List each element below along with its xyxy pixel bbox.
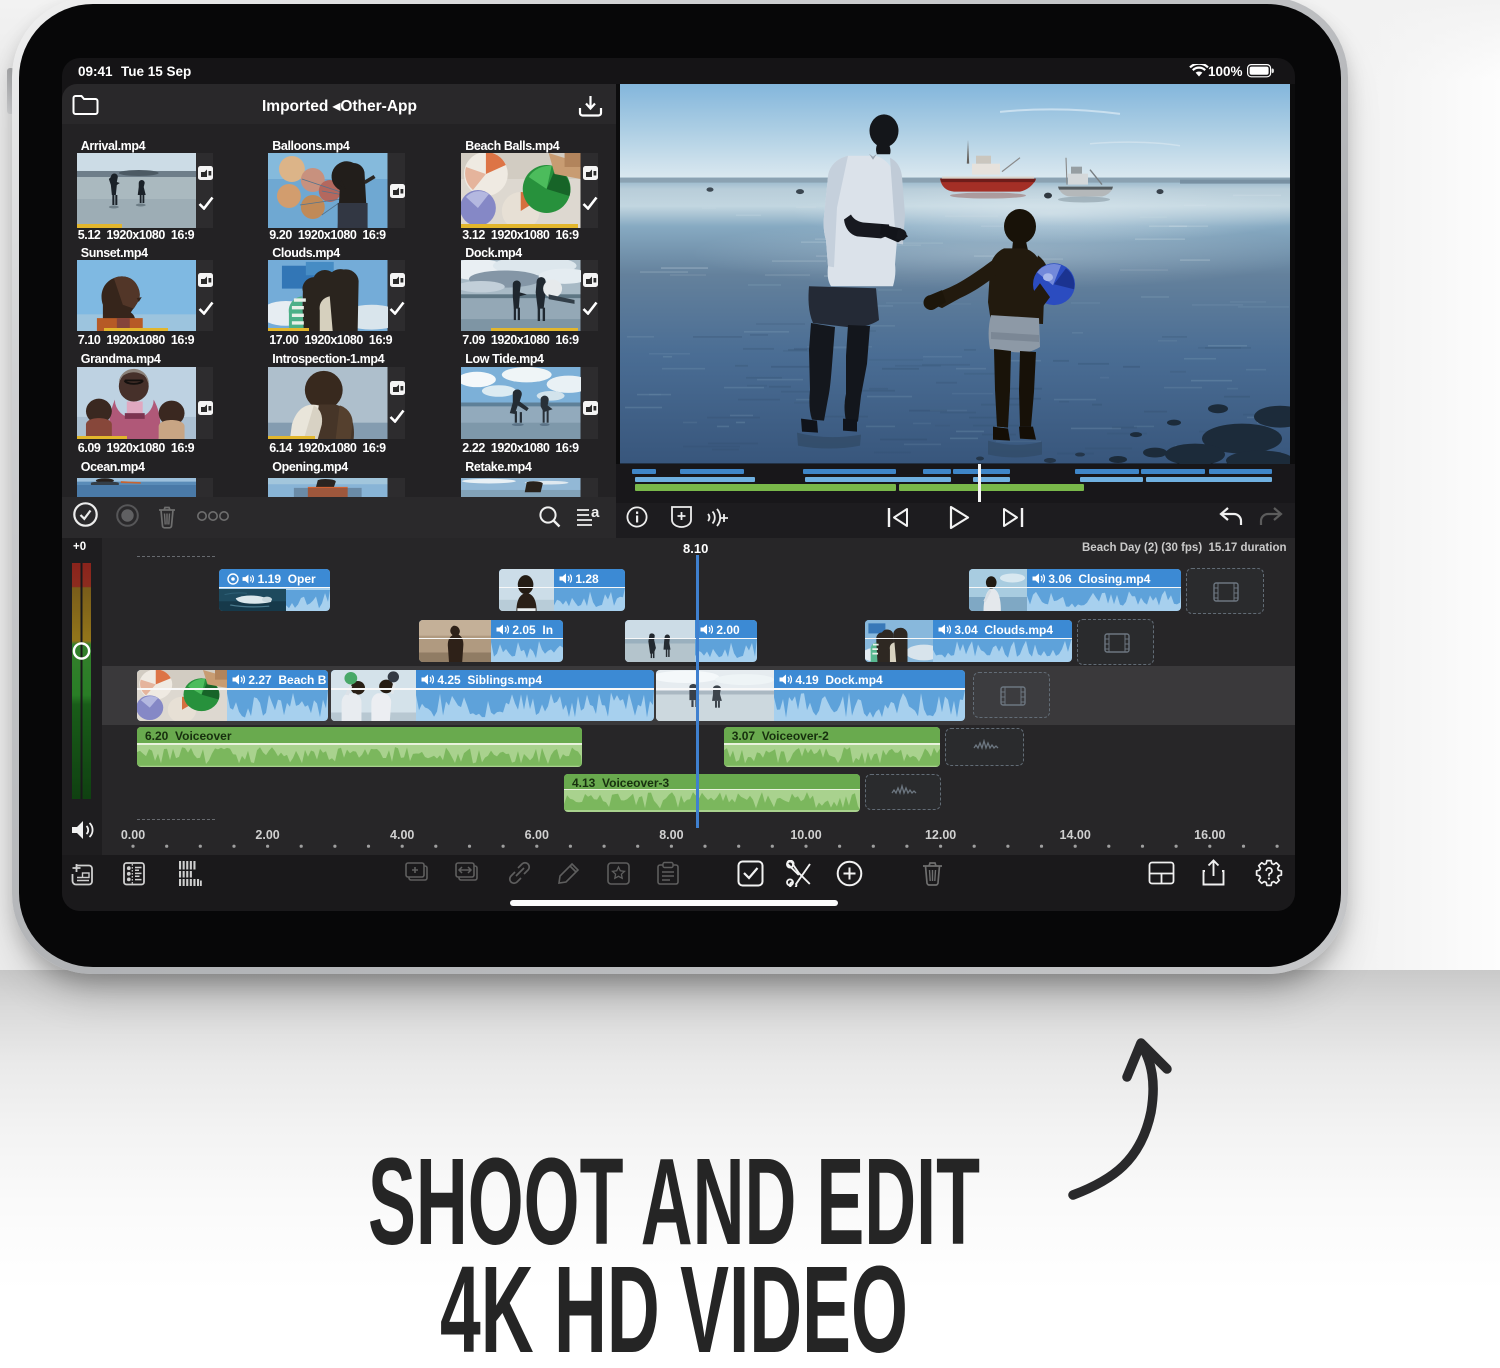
svg-text:a: a: [591, 505, 600, 521]
svg-text:4K HD VIDEO: 4K HD VIDEO: [440, 1242, 908, 1368]
